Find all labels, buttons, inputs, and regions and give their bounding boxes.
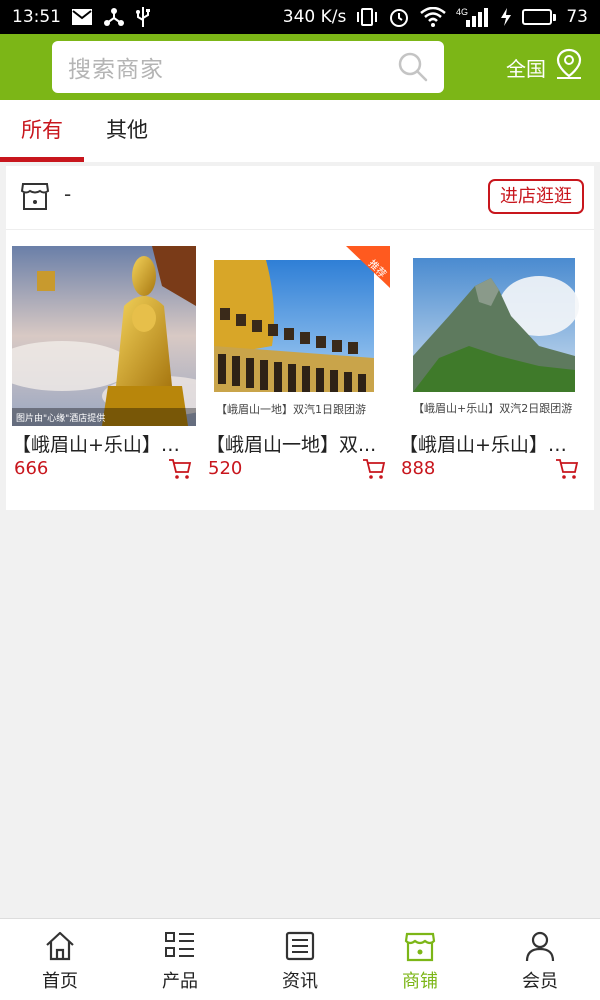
tab-home[interactable]: 首页 [0,919,120,1000]
svg-text:【峨眉山+乐山】双汽2日跟团游: 【峨眉山+乐山】双汽2日跟团游 [413,401,572,415]
cart-icon[interactable] [362,458,386,480]
product-title[interactable]: 【峨眉山+乐山】双... [12,430,196,457]
shop-header: - 进店逛逛 [6,166,594,230]
product-card[interactable]: 图片由"心缘"酒店提供 【峨眉山+乐山】双... 666 [12,246,196,486]
tab-other-label[interactable]: 其他 [106,118,148,142]
status-time: 13:51 [12,7,61,27]
search-input[interactable]: 搜索商家 [68,50,396,84]
tab-products-label[interactable]: 产品 [162,967,198,993]
user-icon[interactable] [523,929,557,963]
network-speed: 340 K/s [282,7,347,27]
tab-news-label[interactable]: 资讯 [282,967,318,993]
battery-icon [522,9,557,25]
wifi-icon [420,6,447,28]
tab-member[interactable]: 会员 [480,919,600,1000]
search-bar[interactable]: 搜索商家 [52,41,444,93]
product-title[interactable]: 【峨眉山一地】双... [206,430,390,457]
product-title[interactable]: 【峨眉山+乐山】双... [399,430,583,457]
alarm-icon [388,6,410,28]
svg-text:4G: 4G [456,7,468,17]
status-bar: 13:51 340 K/s 4G 73 [0,0,600,34]
bottom-tab-bar: 首页 产品 资讯 商铺 会员 [0,918,600,1000]
product-card[interactable]: 【峨眉山+乐山】双汽2日跟团游 【峨眉山+乐山】双... 888 [399,246,583,486]
svg-text:图片由"心缘"酒店提供: 图片由"心缘"酒店提供 [16,412,105,424]
tab-products[interactable]: 产品 [120,919,240,1000]
home-icon[interactable] [43,929,77,963]
product-price: 888 [401,458,436,479]
cart-icon[interactable] [168,458,192,480]
product-image[interactable]: 【峨眉山+乐山】双汽2日跟团游 [399,246,583,426]
vibrate-icon [356,6,378,28]
category-tabs: 所有 其他 [0,100,600,162]
mail-icon [71,6,93,28]
tab-home-label[interactable]: 首页 [42,967,78,993]
store-icon [20,180,50,212]
tab-member-label[interactable]: 会员 [522,967,558,993]
tab-stores-label[interactable]: 商铺 [402,967,438,993]
shop-card: - 进店逛逛 图片由"心缘"酒店提供 【峨眉山+乐山】双... 666 【峨眉山… [6,166,594,510]
charging-icon [500,6,512,28]
svg-text:【峨眉山一地】双汽1日跟团游: 【峨眉山一地】双汽1日跟团游 [216,402,366,416]
usb-icon [135,6,151,28]
share-icon [103,6,125,28]
product-price: 666 [14,458,49,479]
product-card[interactable]: 【峨眉山一地】双汽1日跟团游 推荐 【峨眉山一地】双... 520 [206,246,390,486]
store-icon[interactable] [403,929,437,963]
tab-stores[interactable]: 商铺 [360,919,480,1000]
active-tab-underline [0,157,84,162]
tab-other[interactable]: 其他 [92,100,162,162]
tab-all[interactable]: 所有 [0,100,84,162]
cart-icon[interactable] [555,458,579,480]
region-label[interactable]: 全国 [506,51,546,82]
app-header: 搜索商家 全国 [0,34,600,100]
product-image[interactable]: 【峨眉山一地】双汽1日跟团游 推荐 [206,246,390,426]
region-selector[interactable]: 全国 [506,48,584,85]
shop-name: - [64,182,72,206]
location-pin-icon[interactable] [554,48,584,85]
tab-news[interactable]: 资讯 [240,919,360,1000]
list-icon[interactable] [163,929,197,963]
battery-percent: 73 [566,7,588,27]
product-price: 520 [208,458,243,479]
news-icon[interactable] [283,929,317,963]
tab-all-label[interactable]: 所有 [21,118,63,142]
visit-store-button[interactable]: 进店逛逛 [488,179,584,214]
search-icon[interactable] [396,50,430,84]
product-image[interactable]: 图片由"心缘"酒店提供 [12,246,196,426]
signal-icon: 4G [456,6,490,28]
